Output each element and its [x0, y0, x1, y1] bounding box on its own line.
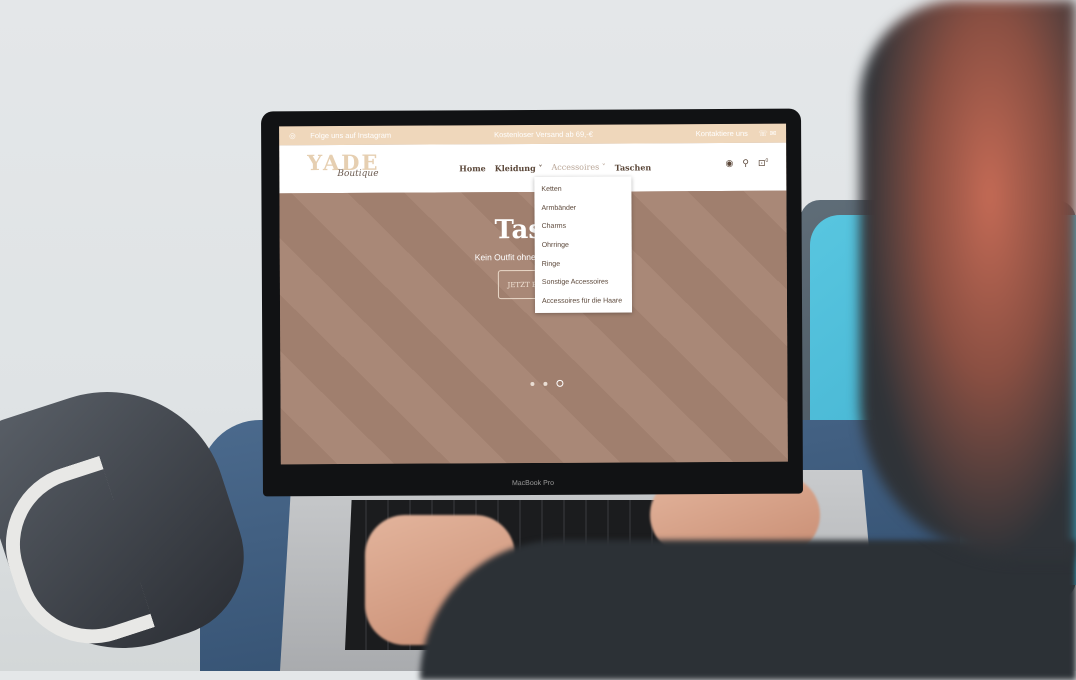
dropdown-item[interactable]: Ketten	[541, 180, 631, 199]
person-head	[860, 0, 1076, 560]
laptop-screen: MacBook Pro ◎ Folge uns auf Instagram Ko…	[260, 108, 804, 497]
cart-icon[interactable]: ⊡0	[758, 158, 768, 169]
contact-link[interactable]: Kontaktiere uns ☏ ✉	[696, 129, 776, 138]
slide-dot-1[interactable]	[530, 381, 535, 386]
main-nav: YADE Boutique Home Kleidung ˅ Accessoire…	[279, 142, 787, 194]
dropdown-item[interactable]: Accessoires für die Haare	[542, 293, 632, 312]
nav-home[interactable]: Home	[459, 163, 486, 173]
slider-dots	[530, 379, 564, 387]
dropdown-item[interactable]: Armbänder	[541, 199, 631, 218]
nav-taschen[interactable]: Taschen	[615, 162, 652, 172]
dropdown-item[interactable]: Charms	[542, 218, 632, 237]
instagram-label: Folge uns auf Instagram	[310, 130, 392, 141]
mail-icon[interactable]: ✉	[770, 129, 776, 138]
nav-accessoires[interactable]: Accessoires ˅	[551, 163, 605, 173]
shipping-notice: Kostenloser Versand ab 69,-€	[494, 129, 593, 140]
phone-icon[interactable]: ☏	[758, 129, 767, 138]
nav-kleidung[interactable]: Kleidung ˅	[495, 163, 543, 173]
dropdown-item[interactable]: Ringe	[542, 255, 632, 274]
account-icon[interactable]: ◉	[725, 158, 733, 169]
cart-count: 0	[765, 157, 769, 164]
dropdown-item[interactable]: Ohrringe	[542, 237, 632, 256]
contact-label: Kontaktiere uns	[695, 128, 748, 139]
slide-dot-3-active[interactable]	[556, 379, 564, 387]
dropdown-item[interactable]: Sonstige Accessoires	[542, 274, 632, 293]
search-icon[interactable]: ⚲	[742, 158, 749, 169]
logo-script: Boutique	[337, 168, 379, 180]
accessoires-dropdown: Ketten Armbänder Charms Ohrringe Ringe S…	[534, 176, 633, 313]
website: ◎ Folge uns auf Instagram Kostenloser Ve…	[279, 123, 788, 465]
instagram-link[interactable]: ◎ Folge uns auf Instagram	[289, 131, 391, 141]
person-shoulder	[420, 540, 1076, 680]
slide-dot-2[interactable]	[543, 381, 548, 386]
device-label: MacBook Pro	[511, 479, 554, 488]
